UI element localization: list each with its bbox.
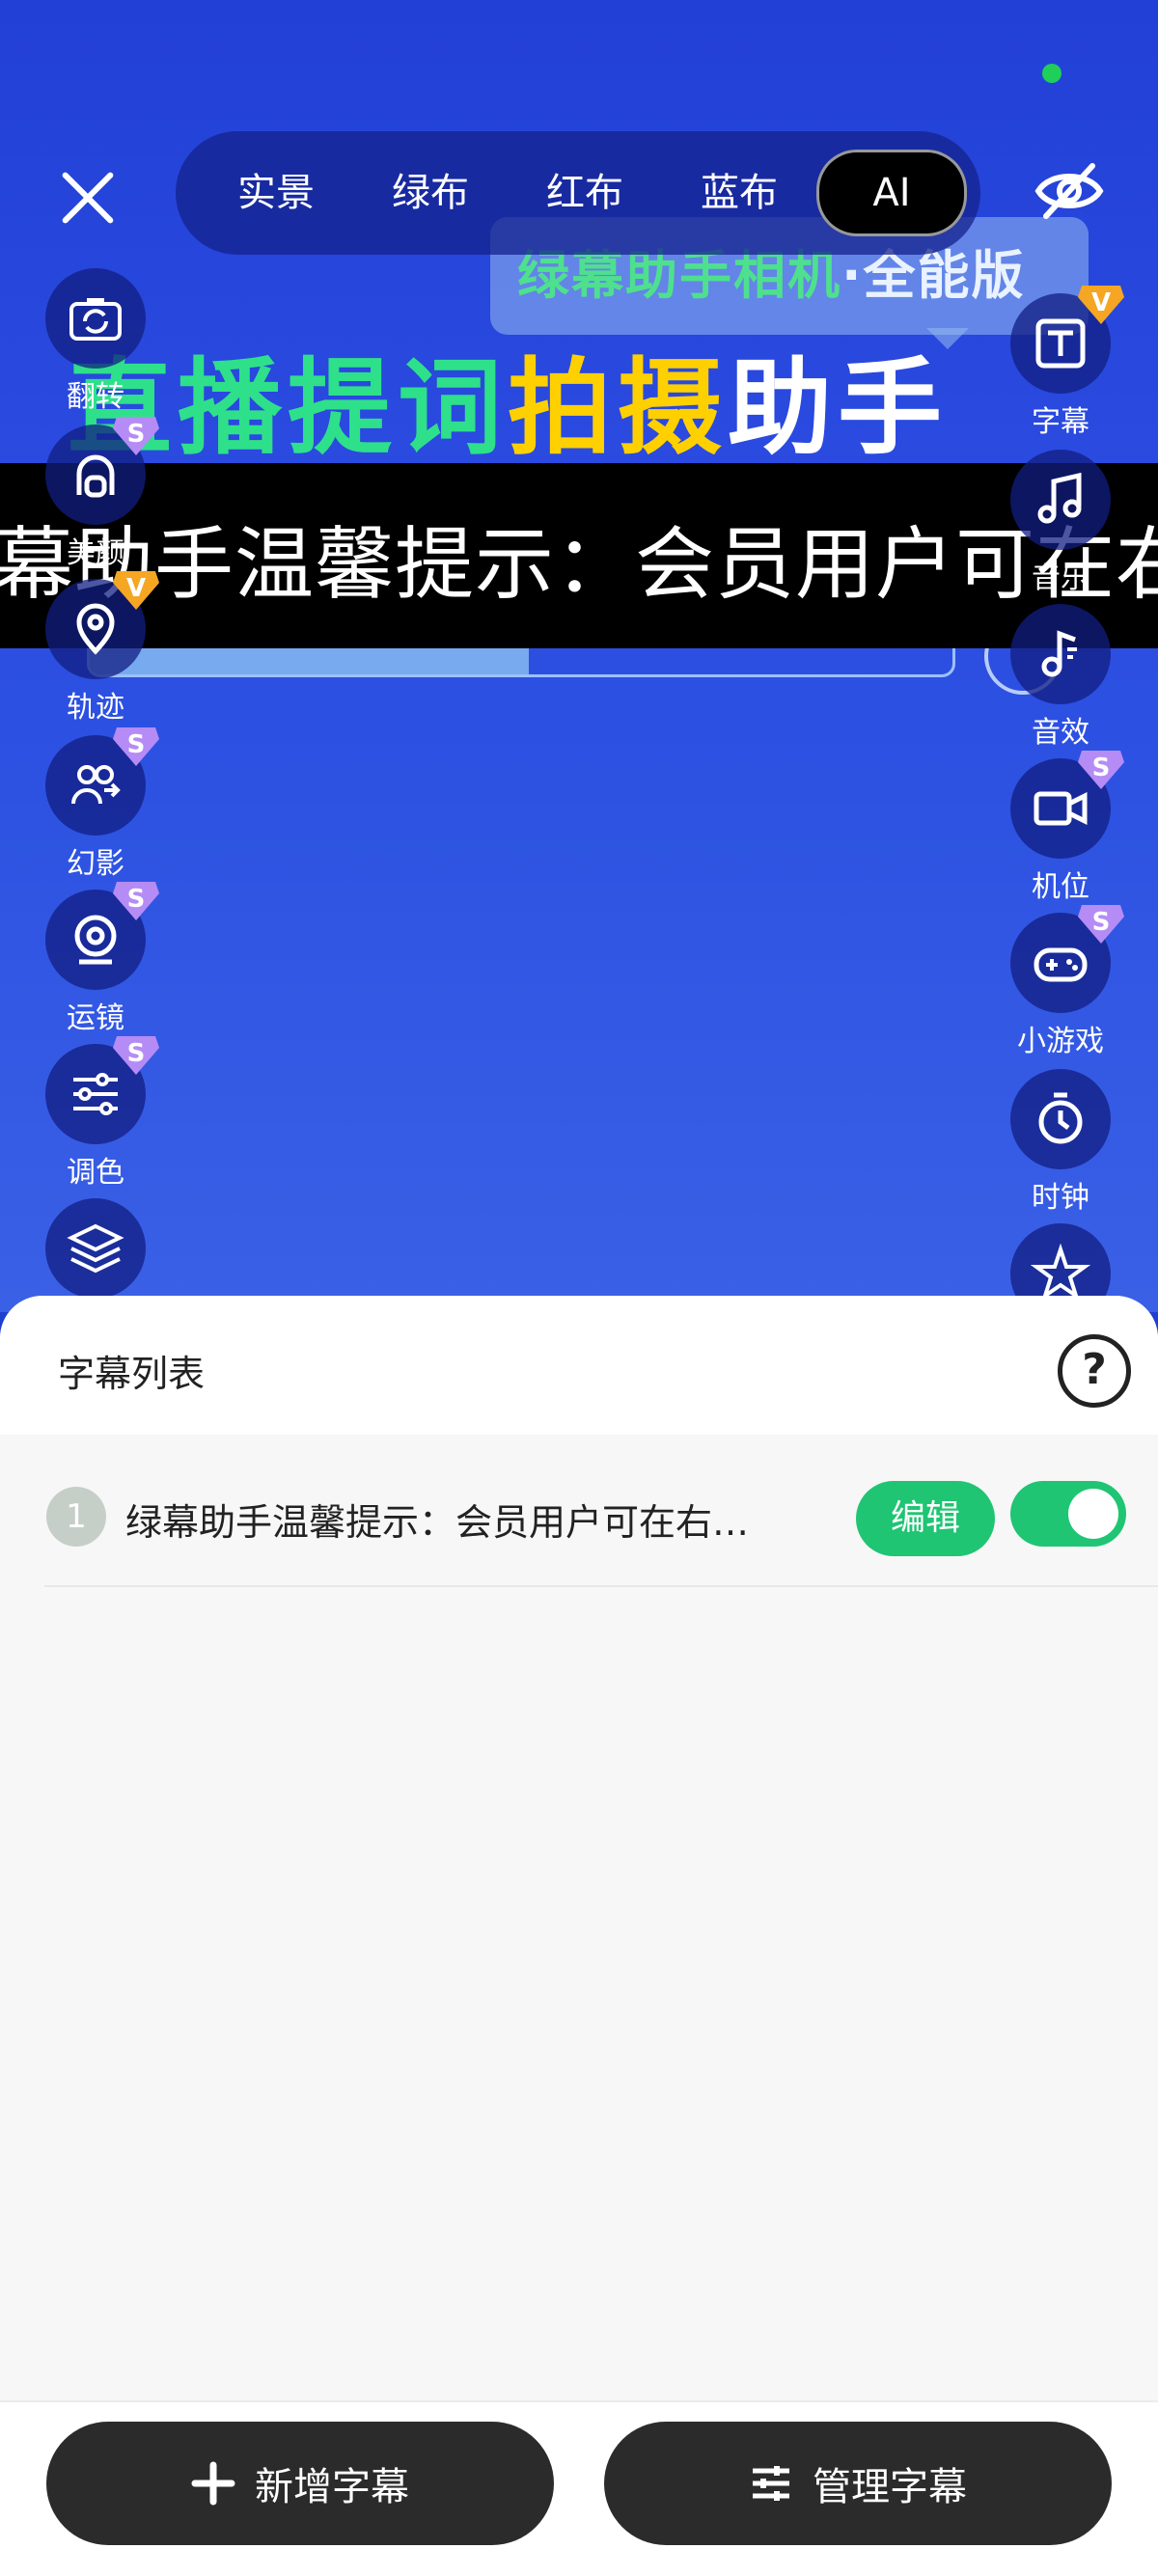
tool-track[interactable]: V 轨迹: [33, 571, 159, 726]
svg-text:V: V: [126, 574, 146, 603]
tool-sound-effect[interactable]: 音效: [998, 604, 1123, 751]
help-icon[interactable]: ?: [1058, 1334, 1131, 1408]
tool-flip[interactable]: 翻转: [33, 268, 158, 415]
tool-color-grade[interactable]: S 调色: [33, 1036, 159, 1191]
star-icon: [1031, 1244, 1090, 1301]
super-badge-icon: S: [111, 1032, 161, 1077]
sound-effect-icon: [1041, 630, 1077, 677]
toggle-knob: [1068, 1489, 1118, 1539]
subtitle-row[interactable]: 1 绿幕助手温馨提示：会员用户可在右… 编辑: [44, 1450, 1158, 1587]
tool-mini-game-label: 小游戏: [1017, 1025, 1104, 1058]
close-button[interactable]: [48, 159, 125, 236]
camera-flip-icon: [69, 298, 122, 341]
tool-beauty-label: 美颜: [67, 536, 124, 570]
svg-text:S: S: [127, 730, 146, 759]
music-icon: [1037, 472, 1082, 524]
sliders-icon: [753, 2466, 789, 2501]
tool-track-label: 轨迹: [67, 691, 124, 725]
clock-icon: [1038, 1092, 1083, 1144]
status-dot: [1042, 64, 1062, 83]
tool-phantom-label: 幻影: [67, 847, 124, 881]
tab-live[interactable]: 实景: [199, 152, 353, 233]
svg-text:S: S: [1092, 908, 1111, 937]
tool-camera-position[interactable]: S 机位: [998, 751, 1124, 905]
super-badge-icon: S: [1076, 747, 1126, 791]
tool-flip-label: 翻转: [67, 380, 124, 414]
tool-camera-move-label: 运镜: [67, 1001, 124, 1035]
manage-subtitle-label: 管理字幕: [813, 2465, 967, 2509]
mode-tabs: 实景 绿布 红布 蓝布 AI: [176, 131, 980, 255]
svg-text:S: S: [127, 885, 146, 914]
tool-mini-game[interactable]: S 小游戏: [998, 905, 1124, 1059]
tool-camera-position-label: 机位: [1032, 870, 1089, 904]
edit-button[interactable]: 编辑: [856, 1481, 995, 1556]
add-subtitle-label: 新增字幕: [255, 2465, 409, 2509]
tab-red-screen[interactable]: 红布: [508, 152, 662, 233]
ticker-text: 幕助手温馨提示：会员用户可在右: [0, 519, 1158, 611]
svg-text:V: V: [1091, 288, 1111, 317]
super-badge-icon: S: [111, 413, 161, 457]
tool-music[interactable]: 音乐: [998, 450, 1123, 596]
tab-ai[interactable]: AI: [816, 150, 967, 236]
super-badge-icon: S: [1076, 901, 1126, 945]
enable-toggle[interactable]: [1010, 1481, 1126, 1547]
svg-text:S: S: [1092, 754, 1111, 782]
plus-icon: [191, 2461, 235, 2506]
tool-layers[interactable]: [33, 1198, 158, 1299]
tool-clock[interactable]: 时钟: [998, 1069, 1123, 1216]
tool-beauty[interactable]: S 美颜: [33, 417, 159, 571]
add-subtitle-button[interactable]: 新增字幕: [46, 2422, 554, 2545]
tool-music-label: 音乐: [1032, 562, 1089, 595]
camera-preview: 绿幕助手相机·全能版 直播提词拍摄助手 幕助手温馨提示：会员用户可在右 实景 绿…: [0, 0, 1158, 1312]
svg-text:S: S: [127, 1039, 146, 1068]
banner-tail: [926, 328, 969, 349]
manage-subtitle-button[interactable]: 管理字幕: [604, 2422, 1112, 2545]
preview-headline: 直播提词拍摄助手: [68, 357, 948, 461]
tool-phantom[interactable]: S 幻影: [33, 727, 159, 882]
tool-clock-label: 时钟: [1032, 1181, 1089, 1215]
row-index: 1: [46, 1487, 106, 1547]
super-badge-icon: S: [111, 878, 161, 922]
layers-icon: [67, 1223, 124, 1274]
tool-color-grade-label: 调色: [67, 1156, 124, 1190]
tool-sound-effect-label: 音效: [1032, 716, 1089, 750]
subtitle-sheet: 字幕列表 ? 1 绿幕助手温馨提示：会员用户可在右… 编辑 新增字幕 管理字幕: [0, 1296, 1158, 2576]
tool-subtitle[interactable]: V 字幕: [998, 286, 1124, 440]
sheet-footer: 新增字幕 管理字幕: [0, 2400, 1158, 2576]
row-text: 绿幕助手温馨提示：会员用户可在右…: [125, 1501, 750, 1544]
svg-text:S: S: [127, 420, 146, 449]
hide-eye-icon[interactable]: [1033, 154, 1106, 228]
tab-green-screen[interactable]: 绿布: [353, 152, 508, 233]
super-badge-icon: S: [111, 724, 161, 768]
vip-badge-icon: V: [111, 567, 161, 612]
vip-badge-icon: V: [1076, 282, 1126, 326]
tool-subtitle-label: 字幕: [1032, 405, 1089, 439]
subtitle-ticker: 幕助手温馨提示：会员用户可在右: [0, 463, 1158, 648]
sheet-title: 字幕列表: [58, 1353, 206, 1395]
headline-yellow: 拍摄: [508, 348, 729, 469]
tool-camera-move[interactable]: S 运镜: [33, 882, 159, 1036]
headline-white: 助手: [728, 348, 949, 469]
sheet-header: 字幕列表 ?: [0, 1296, 1158, 1435]
tab-blue-screen[interactable]: 蓝布: [662, 152, 816, 233]
